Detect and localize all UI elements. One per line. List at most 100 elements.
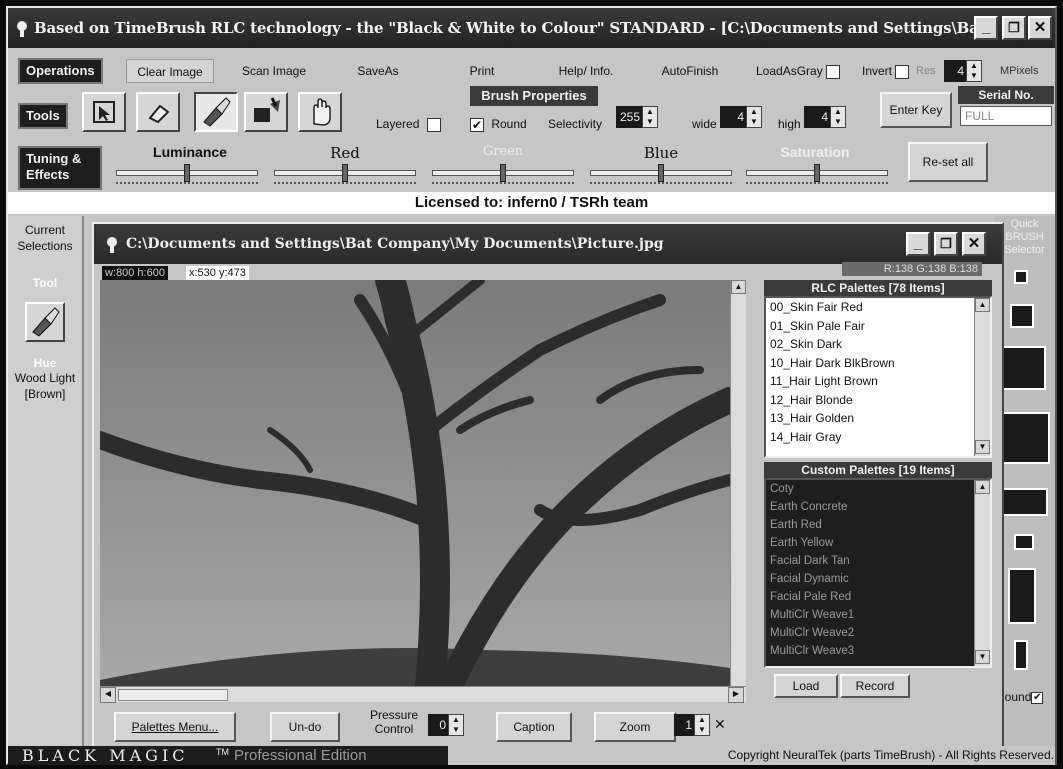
res-value[interactable]: 4 [944,60,966,82]
serial-field[interactable]: FULL [960,106,1052,126]
wide-spinner[interactable]: 4 ▲ ▼ [720,106,762,128]
select-tool-button[interactable] [82,92,126,132]
brush-round-checkbox[interactable]: ✔ [1031,691,1044,704]
list-item[interactable]: 11_Hair Light Brown [766,372,990,391]
high-spin-arrows[interactable]: ▲ ▼ [830,106,846,128]
help-info-button[interactable]: Help/ Info. [542,59,630,83]
zoom-close-icon[interactable]: ✕ [714,716,726,733]
zoom-spinner[interactable]: 1 ▲ ▼ [674,714,710,736]
rgb-readout: R:138 G:138 B:138 [842,262,982,276]
layered-option[interactable]: Layered [376,114,441,134]
list-item[interactable]: 02_Skin Dark [766,335,990,354]
brush-size-3[interactable] [1002,346,1046,390]
hue-label: Hue [33,356,57,370]
pressure-spinner[interactable]: 0 ▲ ▼ [428,714,464,736]
list-item[interactable]: 12_Hair Blonde [766,391,990,410]
image-horizontal-scrollbar[interactable]: ◀ ▶ [100,686,746,703]
palettes-menu-button[interactable]: Palettes Menu... [114,712,236,742]
wide-spin-arrows[interactable]: ▲ ▼ [746,106,762,128]
list-item[interactable]: 10_Hair Dark BlkBrown [766,354,990,373]
maximize-button[interactable]: ❐ [1002,16,1026,40]
list-item[interactable]: 00_Skin Fair Red [766,298,990,317]
saturation-slider[interactable] [746,164,888,190]
save-as-button[interactable]: SaveAs [334,59,422,83]
print-button[interactable]: Print [438,59,526,83]
current-tool-display [25,302,65,342]
rlc-palettes-list[interactable]: 00_Skin Fair Red 01_Skin Pale Fair 02_Sk… [764,296,992,458]
image-vertical-scrollbar[interactable]: ▲ [730,280,746,686]
auto-finish-button[interactable]: AutoFinish [646,59,734,83]
red-slider[interactable] [274,164,416,190]
brush-size-2[interactable] [1010,304,1034,328]
zoom-spin-arrows[interactable]: ▲ ▼ [694,714,710,736]
round-brush-option[interactable]: ✔ Round [470,114,527,134]
brush-size-6[interactable] [1014,534,1034,550]
image-canvas[interactable] [100,280,730,686]
pressure-value[interactable]: 0 [428,714,448,736]
brush-size-8[interactable] [1014,640,1028,670]
enter-key-button[interactable]: Enter Key [880,92,952,128]
image-minimize-button[interactable]: _ [906,232,930,256]
round-checkbox[interactable]: ✔ [470,117,484,132]
custom-palettes-list[interactable]: Coty Earth Concrete Earth Red Earth Yell… [764,478,992,668]
selectivity-spinner[interactable]: 255 ▲ ▼ [616,106,658,128]
list-item[interactable]: Earth Yellow [766,534,990,552]
horizontal-scroll-thumb[interactable] [118,689,228,701]
hue-value: Wood Light [Brown] [14,371,76,401]
high-spinner[interactable]: 4 ▲ ▼ [804,106,846,128]
list-item[interactable]: Facial Dynamic [766,570,990,588]
caption-button[interactable]: Caption [496,712,572,742]
list-item[interactable]: MultiClr Weave1 [766,606,990,624]
list-item[interactable]: Earth Red [766,516,990,534]
selectivity-spin-arrows[interactable]: ▲ ▼ [642,106,658,128]
pressure-spin-arrows[interactable]: ▲ ▼ [448,714,464,736]
selectivity-value[interactable]: 255 [616,106,642,128]
wide-value[interactable]: 4 [720,106,746,128]
custom-scrollbar[interactable]: ▲ ▼ [974,480,990,666]
reset-all-button[interactable]: Re-set all [908,142,988,182]
scan-image-button[interactable]: Scan Image [230,59,318,83]
invert-checkbox[interactable] [895,64,910,79]
undo-button[interactable]: Un-do [270,712,340,742]
brush-size-5[interactable] [1000,488,1048,516]
list-item[interactable]: MultiClr Weave3 [766,642,990,660]
list-item[interactable]: MultiClr Weave2 [766,624,990,642]
clear-image-button[interactable]: Clear Image [126,59,214,83]
list-item[interactable]: Earth Concrete [766,498,990,516]
high-value[interactable]: 4 [804,106,830,128]
image-close-button[interactable]: ✕ [962,232,986,256]
blue-slider[interactable] [590,164,732,190]
brush-size-4[interactable] [998,412,1050,464]
minimize-button[interactable]: _ [974,16,998,40]
green-slider[interactable] [432,164,574,190]
fill-tool-button[interactable] [244,92,288,132]
load-as-gray-option[interactable]: LoadAsGray [756,59,841,83]
list-item[interactable]: 14_Hair Gray [766,428,990,447]
brush-size-1[interactable] [1014,270,1028,284]
record-palette-button[interactable]: Record [840,674,910,698]
list-item[interactable]: Facial Dark Tan [766,552,990,570]
layered-checkbox[interactable] [426,117,441,132]
res-spinner[interactable]: 4 ▲ ▼ [944,60,982,82]
brush-size-7[interactable] [1008,568,1036,624]
list-item[interactable]: 13_Hair Golden [766,409,990,428]
res-spin-arrows[interactable]: ▲ ▼ [966,60,982,82]
rlc-scrollbar[interactable]: ▲ ▼ [974,298,990,456]
eraser-tool-button[interactable] [136,92,180,132]
close-button[interactable]: ✕ [1028,16,1052,40]
paint-bucket-icon [254,97,280,122]
list-item[interactable]: Coty [766,480,990,498]
zoom-button[interactable]: Zoom [594,712,676,742]
luminance-slider[interactable] [116,164,258,190]
zoom-value[interactable]: 1 [674,714,694,736]
pressure-control-label: Pressure Control [369,708,419,736]
load-palette-button[interactable]: Load [774,674,838,698]
hand-tool-button[interactable] [298,92,342,132]
image-maximize-button[interactable]: ❐ [934,232,958,256]
invert-option[interactable]: Invert [862,59,910,83]
list-item[interactable]: 01_Skin Pale Fair [766,317,990,336]
list-item[interactable]: Facial Pale Red [766,588,990,606]
brush-tool-button[interactable] [194,92,238,132]
rlc-palettes-header: RLC Palettes [78 Items] [764,280,992,296]
load-as-gray-checkbox[interactable] [826,64,841,79]
